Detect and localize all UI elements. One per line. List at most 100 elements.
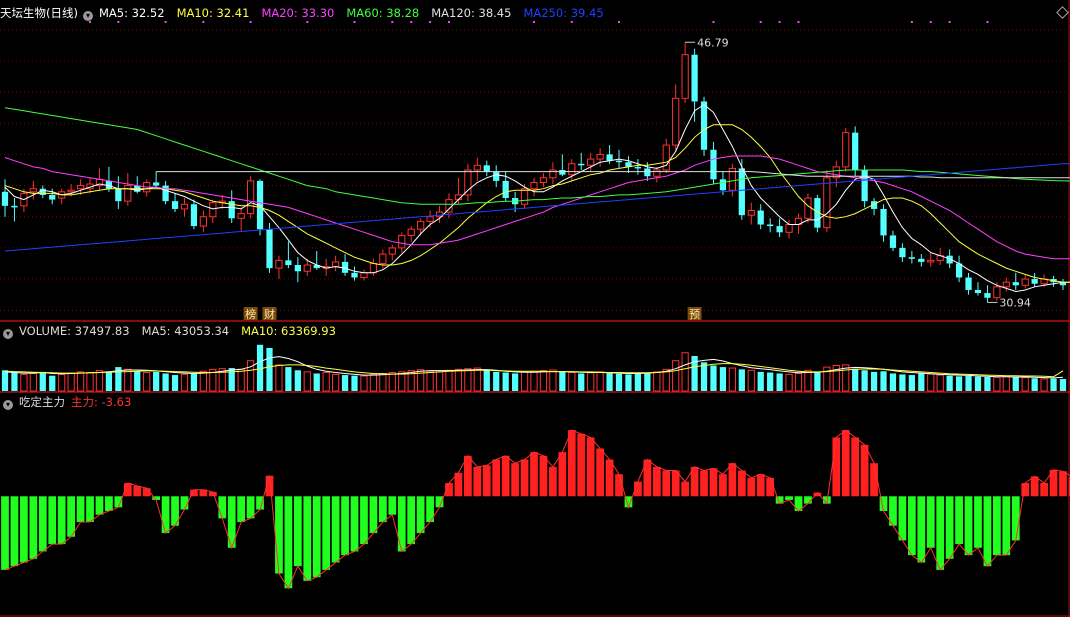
toggle-icon[interactable]: ▾ — [82, 11, 93, 21]
volume-bar-down — [861, 370, 868, 391]
volume-bar-up — [398, 371, 406, 392]
volume-bar-up — [804, 369, 812, 392]
candle-down — [153, 182, 160, 186]
volume-bar-up — [29, 372, 37, 392]
candle-up — [672, 97, 680, 146]
ma60-value: 38.28 — [386, 6, 420, 20]
candle-down — [634, 166, 642, 169]
main-force-bar — [133, 485, 142, 497]
ma250-value: 39.45 — [570, 6, 604, 20]
toggle-icon[interactable]: ▾ — [3, 400, 13, 410]
candle-up — [1002, 281, 1010, 288]
volume-bar-down — [313, 373, 320, 391]
vol-ma5-value: 43053.34 — [174, 324, 230, 338]
main-force-bar — [700, 470, 708, 497]
main-force-bar — [785, 496, 793, 500]
volume-bar-up — [1002, 376, 1010, 392]
volume-bar-down — [955, 376, 963, 391]
volume-bar-down — [483, 370, 490, 391]
main-force-bar — [945, 496, 954, 559]
candle-down — [1031, 279, 1038, 284]
candle-down — [502, 180, 509, 199]
candle-down — [984, 293, 991, 298]
volume-bar-down — [767, 372, 774, 391]
ma60-legend: MA60: 38.28 — [346, 6, 425, 20]
volume-bar-down — [984, 376, 991, 391]
main-force-bar — [1030, 476, 1039, 497]
candle-down — [776, 226, 783, 233]
candle-up — [180, 203, 189, 210]
ma-line-ma120 — [156, 171, 1070, 179]
candle-down — [615, 160, 623, 163]
main-force-bar — [57, 496, 66, 545]
main-force-bar — [558, 452, 567, 497]
candle-up — [398, 234, 406, 249]
vol-ma10-legend: MA10: 63369.93 — [241, 324, 342, 338]
ma-line-ma250 — [4, 163, 1070, 252]
candle-down — [49, 194, 56, 200]
volume-bar-up — [76, 371, 85, 392]
volume-bar-up — [520, 371, 529, 392]
volume-bar-down — [644, 372, 651, 391]
main-force-bar — [860, 444, 869, 497]
volume-bar-up — [95, 370, 104, 392]
volume-bar-down — [776, 373, 783, 391]
main-force-bar — [237, 496, 246, 523]
volume-bar-down — [880, 371, 887, 391]
candle-up — [473, 164, 481, 171]
indicator-title: 吃定主力 — [19, 395, 65, 409]
ma10-label: MA10: — [176, 6, 213, 20]
toggle-icon[interactable]: ▾ — [3, 329, 13, 339]
main-force-bar — [312, 496, 321, 578]
candle-down — [691, 54, 698, 102]
candle-up — [67, 189, 75, 193]
main-force-bar — [48, 496, 57, 545]
volume-bar-up — [794, 372, 803, 392]
main-force-bar — [331, 496, 340, 563]
main-force-bar — [275, 496, 283, 574]
volume-bar-up — [20, 373, 28, 392]
volume-label: VOLUME: — [19, 324, 72, 338]
volume-bar-down — [153, 371, 160, 391]
candle-up — [199, 216, 207, 227]
candle-down — [974, 289, 982, 294]
volume-bar-down — [559, 371, 566, 391]
volume-bar-up — [199, 370, 207, 392]
candle-down — [11, 205, 18, 208]
volume-bar-up — [936, 374, 944, 392]
volume-bar-down — [719, 367, 727, 391]
main-force-bar — [907, 496, 916, 556]
ma120-label: MA120: — [431, 6, 475, 20]
volume-bar-down — [341, 375, 349, 391]
volume-bar-down — [294, 370, 301, 391]
candle-down — [1012, 282, 1019, 286]
volume-bar-up — [143, 372, 151, 392]
candle-up — [369, 262, 378, 274]
chart-canvas: 46.79 30.94 榜财 预 — [0, 0, 1070, 617]
volume-bar-down — [899, 374, 906, 391]
candle-up — [530, 181, 538, 190]
candle-up — [124, 185, 132, 202]
volume-bar-down — [49, 375, 56, 391]
volume-bar-down — [870, 371, 878, 391]
candle-down — [578, 163, 585, 166]
candle-down — [889, 235, 897, 248]
candle-up — [681, 54, 689, 99]
volume-bar-down — [1012, 376, 1019, 391]
candle-down — [880, 208, 887, 236]
event-marker: 榜 — [245, 307, 256, 321]
main-force-bar — [67, 496, 75, 537]
main-force-bar — [926, 496, 935, 548]
candle-up — [785, 224, 793, 233]
candle-down — [899, 247, 906, 258]
vol-ma5-legend: MA5: 43053.34 — [142, 324, 236, 338]
volume-bar-up — [596, 371, 604, 392]
volume-bar-up — [435, 371, 444, 392]
main-force-bar — [709, 468, 718, 497]
candle-down — [757, 210, 764, 225]
main-force-bar — [397, 496, 406, 552]
volume-bar-down — [511, 373, 519, 391]
indicator-legend: ▾ 吃定主力 主力: -3.63 — [0, 393, 143, 411]
volume-bar-up — [369, 373, 378, 392]
main-force-bar — [1002, 496, 1011, 556]
